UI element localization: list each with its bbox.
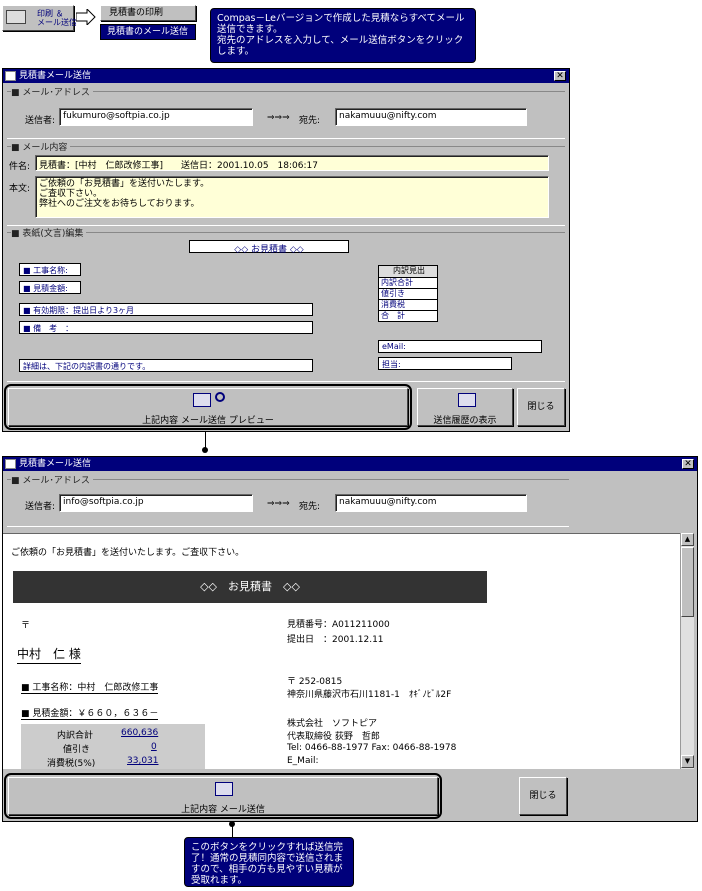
mail-icon — [193, 393, 211, 407]
amount-field[interactable]: ■ 見積金額: — [19, 281, 81, 294]
submit-date: 提出日 ：2001.12.11 — [287, 635, 384, 645]
amount-table: 内訳合計 660,636 値引き 0 消費税(5%) 33,031 — [21, 724, 205, 769]
send-button[interactable]: 上記内容 メール送信 — [8, 777, 438, 815]
postal-mark: 〒 — [21, 621, 31, 631]
preview-send-label: 上記内容 メール送信 プレビュー — [142, 416, 274, 426]
history-icon — [458, 393, 476, 407]
scroll-thumb[interactable] — [681, 547, 694, 617]
callout-bottom: このボタンをクリックすれば送信完了！通常の見積同内容で送信されますので、相手の方… — [184, 837, 354, 887]
representative: 代表取締役 荻野 哲郎 — [287, 732, 380, 742]
window-title: 見積書メール送信 — [19, 71, 92, 81]
row-value: 0 — [151, 742, 157, 752]
sender-input[interactable]: info@softpia.co.jp — [59, 494, 253, 512]
address-group-label: ■ メール･アドレス — [11, 85, 93, 98]
subject-input[interactable]: 見積書：[中村 仁郎改修工事] 送信日：2001.10.05 18:06:17 — [35, 155, 549, 171]
company-address: 神奈川県藤沢市石川1181-1 ｵｷﾞﾉﾋﾞﾙ2F — [287, 690, 452, 700]
breakdown-row[interactable]: 値引き — [379, 288, 437, 299]
breakdown-header: 内訳見出 — [379, 266, 437, 277]
preview-pane: ご依頼の「お見積書」を送付いたします。ご査収下さい。 ◇◇ お見積書 ◇◇ 〒 … — [3, 533, 683, 769]
cover-group-label: ■ 表紙(文言)編集 — [11, 226, 87, 239]
magnifier-icon — [215, 392, 225, 402]
close-icon[interactable]: ✕ — [554, 71, 566, 81]
history-button[interactable]: 送信履歴の表示 — [417, 388, 513, 426]
tel-fax: Tel: 0466-88-1977 Fax: 0466-88-1978 — [287, 743, 457, 753]
arrow-label: ⇒⇒⇒ — [267, 499, 290, 509]
subject-label: 件名: — [9, 162, 31, 172]
breakdown-row[interactable]: 合 計 — [379, 310, 437, 321]
breakdown-table: 内訳見出 内訳合計 値引き 消費税 合 計 — [378, 265, 438, 322]
dest-label: 宛先: — [299, 502, 321, 512]
company-name: 株式会社 ソフトピア — [287, 719, 378, 729]
banner: ◇◇ お見積書 ◇◇ — [13, 571, 487, 603]
mail-send-window: 見積書メール送信 ✕ ■ メール･アドレス 送信者: fukumuro@softp… — [2, 68, 570, 432]
window-icon — [5, 459, 16, 469]
close-icon[interactable]: ✕ — [682, 459, 694, 469]
scrollbar[interactable]: ▲ ▼ — [680, 533, 694, 769]
customer-name: 中村 仁 様 — [17, 645, 81, 664]
address-group-label: ■ メール･アドレス — [11, 473, 93, 486]
valid-period-field[interactable]: ■ 有効期限：提出日より3ヶ月 — [19, 303, 313, 316]
email-field[interactable]: eMail: — [378, 340, 542, 353]
email-line: E_Mail: — [287, 756, 319, 766]
window-icon — [5, 71, 16, 81]
printer-icon — [6, 10, 26, 24]
company-postal: 〒 252-0815 — [287, 677, 343, 687]
history-label: 送信履歴の表示 — [433, 416, 497, 426]
title-bar: 見積書メール送信 ✕ — [3, 457, 697, 471]
row-value: 660,636 — [121, 728, 159, 738]
dest-input[interactable]: nakamuuu@nifty.com — [335, 494, 527, 512]
dest-input[interactable]: nakamuuu@nifty.com — [335, 108, 527, 126]
row-value: 33,031 — [127, 756, 159, 766]
mail-icon — [215, 782, 233, 796]
body-label: 本文: — [9, 184, 31, 194]
arrow-right-icon — [75, 7, 96, 27]
row-label: 消費税(5%) — [47, 759, 96, 769]
mail-preview-window: 見積書メール送信 ✕ ■ メール･アドレス 送信者: info@softpia.c… — [2, 456, 698, 822]
estimate-number: 見積番号：A011211000 — [287, 620, 390, 630]
window-title: 見積書メール送信 — [19, 459, 92, 469]
close-button[interactable]: 閉じる — [517, 388, 565, 426]
connector-dot — [202, 447, 208, 453]
content-group-label: ■ メール内容 — [11, 140, 71, 153]
intro-text: ご依頼の「お見積書」を送付いたします。ご査収下さい。 — [11, 548, 245, 558]
note-field[interactable]: ■ 備 考 ： — [19, 321, 313, 334]
preview-send-button[interactable]: 上記内容 メール送信 プレビュー — [8, 388, 408, 426]
work-name-field[interactable]: ■ 工事名称: — [19, 263, 81, 276]
menu-item-mail[interactable]: 見積書のメール送信 — [100, 24, 196, 40]
tanto-field[interactable]: 担当: — [378, 357, 512, 370]
row-label: 値引き — [63, 745, 91, 755]
send-label: 上記内容 メール送信 — [181, 805, 265, 815]
menu-item-print[interactable]: 見積書の印刷 — [100, 5, 196, 21]
scroll-up-icon[interactable]: ▲ — [681, 533, 694, 546]
callout-top: Compas－Leバージョンで作成した見積ならすべてメール送信できます。 宛先の… — [210, 8, 476, 63]
scroll-down-icon[interactable]: ▼ — [681, 755, 694, 768]
arrow-label: ⇒⇒⇒ — [267, 113, 290, 123]
title-bar: 見積書メール送信 ✕ — [3, 69, 569, 83]
sender-input[interactable]: fukumuro@softpia.co.jp — [59, 108, 253, 126]
sender-label: 送信者: — [25, 116, 56, 126]
breakdown-row[interactable]: 内訳合計 — [379, 277, 437, 288]
breakdown-row[interactable]: 消費税 — [379, 299, 437, 310]
detail-field[interactable]: 詳細は、下記の内訳書の通りです。 — [19, 359, 313, 372]
row-label: 内訳合計 — [57, 731, 94, 741]
body-textarea[interactable]: ご依頼の「お見積書」を送付いたします。 ご査収下さい。 弊社へのご注文をお待ちし… — [35, 176, 549, 218]
sender-label: 送信者: — [25, 502, 56, 512]
close-button[interactable]: 閉じる — [519, 777, 567, 815]
work-name: ■ 工事名称：中村 仁郎改修工事 — [21, 680, 159, 694]
connector-line — [232, 824, 233, 838]
doc-title-field[interactable]: ◇◇ お見積書 ◇◇ — [189, 240, 349, 255]
amount: ■ 見積金額：￥６６０，６３６－ — [21, 706, 159, 720]
dest-label: 宛先: — [299, 116, 321, 126]
